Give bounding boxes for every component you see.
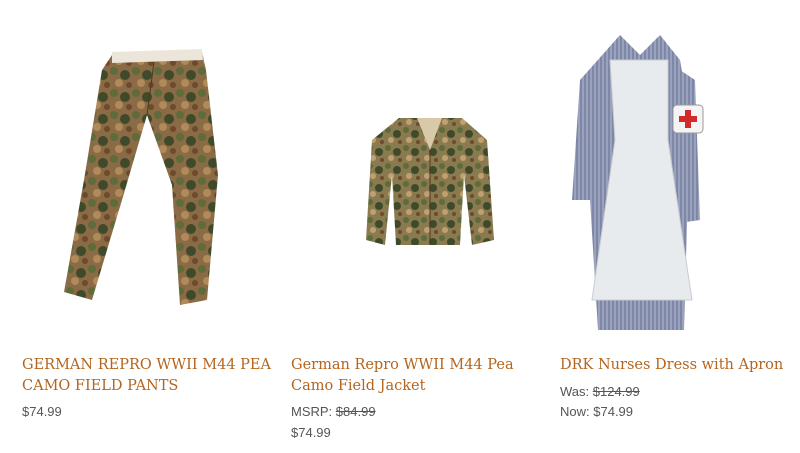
product-image-link[interactable] xyxy=(22,0,272,340)
msrp-line: MSRP: $84.99 xyxy=(291,404,376,419)
product-title-line2: CAMO FIELD PANTS xyxy=(22,378,179,394)
product-card-jacket: German Repro WWII M44 Pea Camo Field Jac… xyxy=(291,0,541,453)
product-price: $74.99 xyxy=(22,404,62,419)
msrp-label: MSRP: xyxy=(291,404,333,419)
product-title-link[interactable]: GERMAN REPRO WWII M44 PEA CAMO FIELD PAN… xyxy=(22,355,272,397)
camo-jacket-image xyxy=(366,118,494,245)
product-price: $74.99 xyxy=(291,425,331,440)
product-title-link[interactable]: German Repro WWII M44 Pea Camo Field Jac… xyxy=(291,355,541,397)
was-label: Was: xyxy=(560,384,590,399)
product-card-pants: GERMAN REPRO WWII M44 PEA CAMO FIELD PAN… xyxy=(22,0,272,453)
now-line: Now: $74.99 xyxy=(560,404,633,419)
was-value: $124.99 xyxy=(592,384,640,399)
product-title-line1: DRK Nurses Dress with Apron xyxy=(560,357,784,373)
product-title-link[interactable]: DRK Nurses Dress with Apron xyxy=(560,355,800,376)
nurse-dress-image xyxy=(572,35,704,330)
product-title-line2: Camo Field Jacket xyxy=(291,378,426,394)
product-title-line1: GERMAN REPRO WWII M44 PEA xyxy=(22,357,271,373)
now-label: Now: xyxy=(560,404,590,419)
product-title-line1: German Repro WWII M44 Pea xyxy=(291,357,514,373)
now-value: $74.99 xyxy=(593,404,634,419)
msrp-value: $84.99 xyxy=(335,404,376,419)
product-grid: GERMAN REPRO WWII M44 PEA CAMO FIELD PAN… xyxy=(0,0,800,453)
product-image-link[interactable] xyxy=(291,0,541,340)
product-image-link[interactable] xyxy=(560,0,800,340)
product-card-nurse-dress: DRK Nurses Dress with Apron Was: $124.99… xyxy=(560,0,800,453)
was-line: Was: $124.99 xyxy=(560,384,640,399)
camo-pants-image xyxy=(64,49,218,305)
